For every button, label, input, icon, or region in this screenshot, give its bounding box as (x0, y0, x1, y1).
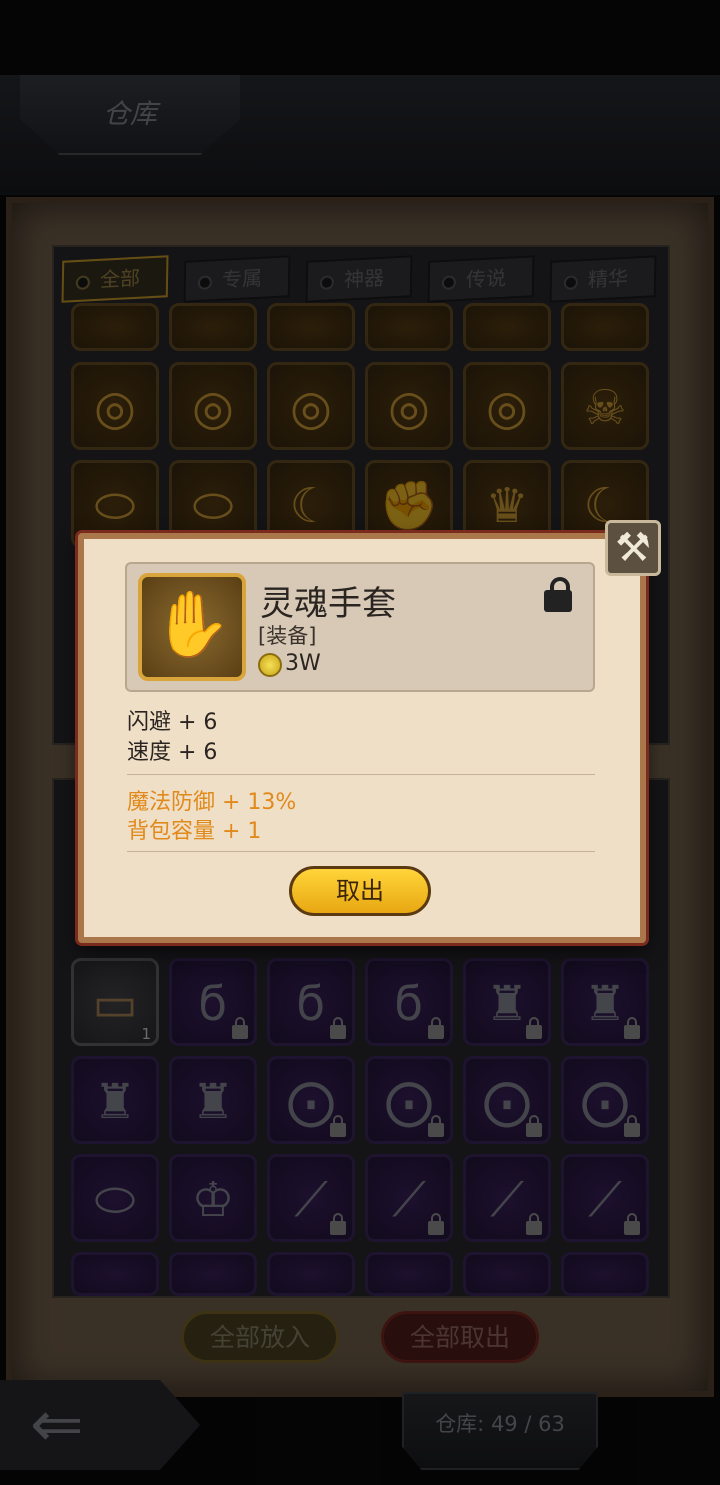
item-slot[interactable]: ⨀ (561, 1056, 649, 1144)
item-slot[interactable]: ϭ (267, 958, 355, 1046)
lock-icon (330, 1213, 346, 1235)
lock-icon (624, 1017, 640, 1039)
item-slot[interactable] (267, 1252, 355, 1296)
put-all-button[interactable]: 全部放入 (181, 1311, 339, 1363)
item-slot[interactable]: ◎ (463, 362, 551, 450)
claw-icon: ☾ (289, 478, 333, 534)
item-price: 3W (285, 651, 321, 676)
stat-dodge: 闪避 + 6 (127, 710, 218, 735)
tab-essence[interactable]: 精华 (549, 255, 657, 303)
item-name: 灵魂手套 (260, 584, 396, 624)
tab-artifact[interactable]: 神器 (305, 255, 413, 303)
lock-icon (624, 1213, 640, 1235)
lock-icon (232, 1017, 248, 1039)
bracelet-icon: ⬭ (94, 478, 136, 534)
lock-toggle-icon[interactable] (544, 577, 572, 612)
ring-icon: ◎ (290, 380, 332, 436)
item-icon-frame: ✋ (138, 573, 246, 681)
armor-icon: ♜ (93, 1074, 137, 1130)
tab-all[interactable]: 全部 (61, 255, 169, 303)
take-out-button[interactable]: 取出 (289, 866, 431, 916)
page-title: 仓库 (103, 99, 157, 130)
item-slot[interactable]: ▭ 1 (71, 958, 159, 1046)
item-slot[interactable]: ♜ (463, 958, 551, 1046)
item-slot[interactable]: ♔ (169, 1154, 257, 1242)
item-slot[interactable]: ⟋ (561, 1154, 649, 1242)
item-slot[interactable]: ⟋ (463, 1154, 551, 1242)
item-type: [装备] (258, 624, 317, 648)
bracelet-icon: ⬭ (94, 1172, 136, 1228)
lock-icon (330, 1017, 346, 1039)
item-slot[interactable]: ⟋ (365, 1154, 453, 1242)
ring-icon: ◎ (388, 380, 430, 436)
item-slot[interactable]: ♜ (561, 958, 649, 1046)
capacity-label: 仓库: 49 / 63 (435, 1412, 565, 1436)
item-slot[interactable]: ◎ (365, 362, 453, 450)
tab-legend[interactable]: 传说 (427, 255, 535, 303)
tab-exclusive[interactable]: 专属 (183, 255, 291, 303)
item-slot[interactable]: ϭ (169, 958, 257, 1046)
item-slot[interactable]: ◎ (71, 362, 159, 450)
item-slot[interactable]: ♜ (71, 1056, 159, 1144)
lock-icon (428, 1213, 444, 1235)
item-slot[interactable] (365, 1252, 453, 1296)
item-slot[interactable] (169, 303, 257, 351)
back-arrow-icon: ⇐ (30, 1388, 84, 1462)
stat-speed: 速度 + 6 (127, 740, 218, 765)
ring-icon: ◎ (192, 380, 234, 436)
item-slot[interactable]: ☠ (561, 362, 649, 450)
close-button[interactable]: ⚒ (605, 520, 661, 576)
take-all-button[interactable]: 全部取出 (381, 1311, 539, 1363)
item-slot[interactable]: ♜ (169, 1056, 257, 1144)
status-bar-area (0, 0, 720, 75)
item-slot[interactable] (463, 303, 551, 351)
stat-bag-capacity: 背包容量 + 1 (127, 819, 262, 844)
item-slot[interactable]: ◎ (267, 362, 355, 450)
divider (127, 851, 595, 852)
armor-icon: ♛ (485, 478, 529, 534)
item-slot[interactable]: ⟋ (267, 1154, 355, 1242)
lock-icon (330, 1115, 346, 1137)
crown-icon: ♔ (191, 1172, 235, 1228)
glove-icon: ✋ (152, 588, 232, 662)
lock-icon (428, 1115, 444, 1137)
ring-icon: ◎ (486, 380, 528, 436)
ring-icon: ◎ (94, 380, 136, 436)
item-slot[interactable]: ⨀ (463, 1056, 551, 1144)
skull-staff-icon: ☠ (583, 380, 627, 436)
item-slot[interactable]: ⨀ (365, 1056, 453, 1144)
lock-icon (428, 1017, 444, 1039)
armor-icon: ♜ (191, 1074, 235, 1130)
item-slot[interactable]: ϭ (365, 958, 453, 1046)
item-count: 1 (141, 1025, 151, 1043)
item-slot[interactable] (267, 303, 355, 351)
stat-magic-defense: 魔法防御 + 13% (127, 790, 297, 815)
gauntlet-icon: ✊ (379, 478, 439, 534)
item-slot[interactable] (561, 303, 649, 351)
lock-icon (526, 1213, 542, 1235)
item-slot[interactable] (365, 303, 453, 351)
lock-icon (624, 1115, 640, 1137)
coin-icon (258, 653, 282, 677)
item-slot[interactable] (463, 1252, 551, 1296)
lock-icon (526, 1017, 542, 1039)
item-slot[interactable] (71, 303, 159, 351)
item-slot[interactable] (71, 1252, 159, 1296)
lock-icon (526, 1115, 542, 1137)
item-slot[interactable]: ⨀ (267, 1056, 355, 1144)
item-slot[interactable]: ⬭ (71, 1154, 159, 1242)
item-slot[interactable]: ◎ (169, 362, 257, 450)
divider (127, 774, 595, 775)
item-slot[interactable] (561, 1252, 649, 1296)
item-slot[interactable] (169, 1252, 257, 1296)
bracelet-icon: ⬭ (192, 478, 234, 534)
